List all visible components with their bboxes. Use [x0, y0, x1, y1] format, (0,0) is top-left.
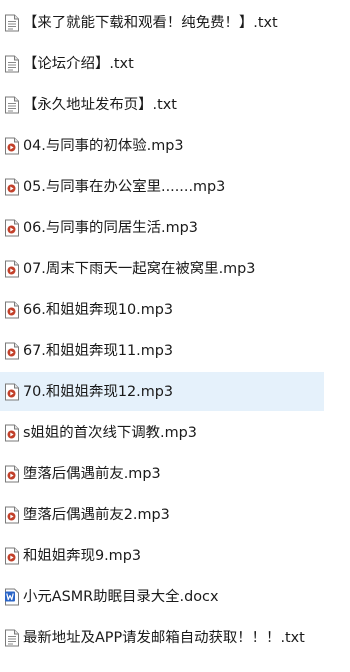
file-name: 小元ASMR助眠目录大全.docx [23, 588, 219, 605]
audio-file-icon [5, 342, 19, 359]
file-item[interactable]: 67.和姐姐奔现11.mp3 [0, 331, 324, 370]
file-item[interactable]: 【论坛介绍】.txt [0, 44, 324, 83]
text-file-icon [5, 96, 19, 113]
file-item[interactable]: 【永久地址发布页】.txt [0, 85, 324, 124]
file-name: 堕落后偶遇前友.mp3 [23, 465, 161, 482]
audio-file-icon [5, 178, 19, 195]
file-item[interactable]: 04.与同事的初体验.mp3 [0, 126, 324, 165]
audio-file-icon [5, 301, 19, 318]
file-name: 【来了就能下载和观看！纯免费！】.txt [23, 14, 278, 31]
text-file-icon [5, 629, 19, 646]
file-name: 07.周末下雨天一起窝在被窝里.mp3 [23, 260, 256, 277]
file-name: s姐姐的首次线下调教.mp3 [23, 424, 197, 441]
audio-file-icon [5, 506, 19, 523]
text-file-icon [5, 55, 19, 72]
file-list: 【来了就能下载和观看！纯免费！】.txt 【论坛介绍】.txt 【永久地址发布页】.… [0, 0, 350, 672]
file-item[interactable]: 小元ASMR助眠目录大全.docx [0, 577, 324, 616]
file-item[interactable]: 【来了就能下载和观看！纯免费！】.txt [0, 3, 324, 42]
file-name: 堕落后偶遇前友2.mp3 [23, 506, 170, 523]
file-name: 66.和姐姐奔现10.mp3 [23, 301, 174, 318]
file-item[interactable]: 堕落后偶遇前友2.mp3 [0, 495, 324, 534]
audio-file-icon [5, 465, 19, 482]
file-item[interactable]: 66.和姐姐奔现10.mp3 [0, 290, 324, 329]
file-item[interactable]: 70.和姐姐奔现12.mp3 [0, 372, 324, 411]
audio-file-icon [5, 219, 19, 236]
file-name: 06.与同事的同居生活.mp3 [23, 219, 198, 236]
audio-file-icon [5, 137, 19, 154]
file-item[interactable]: 最新地址及APP请发邮箱自动获取！！！.txt [0, 618, 324, 657]
file-name: 【论坛介绍】.txt [23, 55, 134, 72]
file-name: 70.和姐姐奔现12.mp3 [23, 383, 174, 400]
audio-file-icon [5, 547, 19, 564]
text-file-icon [5, 14, 19, 31]
audio-file-icon [5, 383, 19, 400]
file-item[interactable]: 05.与同事在办公室里.......mp3 [0, 167, 324, 206]
file-item[interactable]: 06.与同事的同居生活.mp3 [0, 208, 324, 247]
file-item[interactable]: s姐姐的首次线下调教.mp3 [0, 413, 324, 452]
file-name: 和姐姐奔现9.mp3 [23, 547, 141, 564]
file-item[interactable]: 堕落后偶遇前友.mp3 [0, 454, 324, 493]
file-name: 最新地址及APP请发邮箱自动获取！！！.txt [23, 629, 305, 646]
audio-file-icon [5, 260, 19, 277]
file-name: 【永久地址发布页】.txt [23, 96, 177, 113]
word-document-icon [5, 588, 19, 605]
file-item[interactable]: 07.周末下雨天一起窝在被窝里.mp3 [0, 249, 324, 288]
file-name: 67.和姐姐奔现11.mp3 [23, 342, 174, 359]
file-name: 04.与同事的初体验.mp3 [23, 137, 184, 154]
audio-file-icon [5, 424, 19, 441]
file-item[interactable]: 和姐姐奔现9.mp3 [0, 536, 324, 575]
file-name: 05.与同事在办公室里.......mp3 [23, 178, 226, 195]
